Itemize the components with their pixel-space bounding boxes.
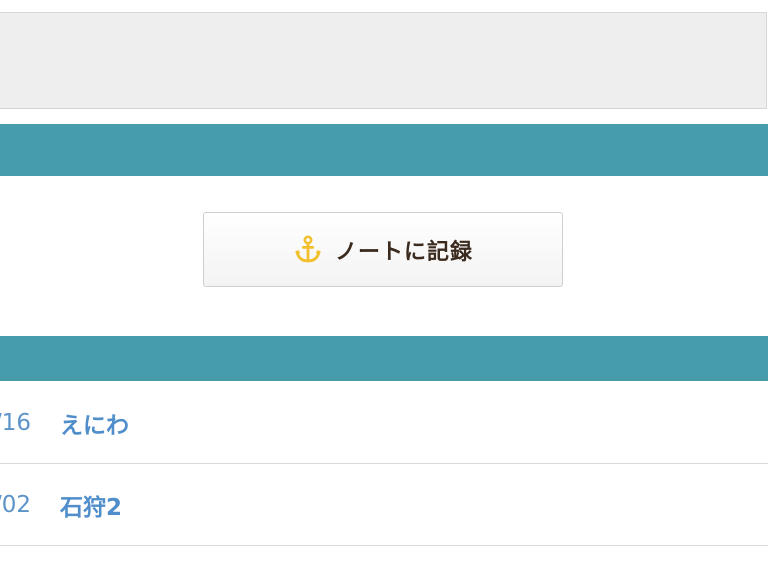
- anchor-icon: [293, 234, 323, 265]
- list-header-band: [0, 336, 768, 381]
- list-item: /16 えにわ: [0, 382, 768, 464]
- list-item-title-link[interactable]: 石狩2: [60, 488, 122, 522]
- record-to-note-button[interactable]: ノートに記録: [203, 212, 563, 287]
- record-button-label: ノートに記録: [334, 239, 473, 265]
- page: ノートに記録 /16 えにわ /02 石狩2: [0, 0, 768, 576]
- list-item-date: /02: [0, 491, 32, 518]
- list-item-date: /16: [0, 409, 32, 436]
- list-item: /02 石狩2: [0, 464, 768, 546]
- section-header-band: [0, 124, 768, 176]
- list-item-title-link[interactable]: えにわ: [60, 406, 129, 440]
- top-placeholder-box: [0, 12, 767, 109]
